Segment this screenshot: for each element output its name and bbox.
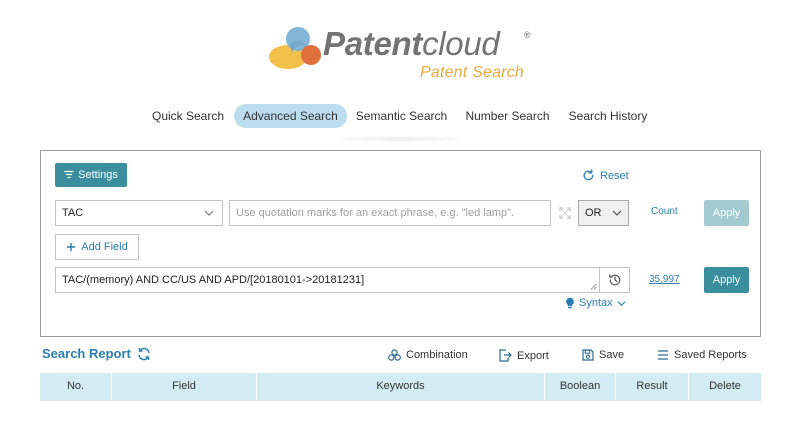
tab-advanced-search[interactable]: Advanced Search: [234, 104, 347, 128]
apply-field-button[interactable]: Apply: [704, 200, 749, 226]
save-icon: [582, 349, 594, 361]
column-header-boolean[interactable]: Boolean: [545, 373, 616, 400]
boolean-select[interactable]: OR: [578, 200, 629, 226]
save-button[interactable]: Save: [582, 349, 624, 361]
syntax-label: Syntax: [579, 297, 613, 309]
syntax-toggle[interactable]: Syntax: [565, 297, 626, 309]
logo-subtitle: Patent Search: [420, 64, 524, 81]
patentcloud-logo: Patentcloud ® Patent Search: [268, 24, 538, 84]
apply-query-button[interactable]: Apply: [704, 267, 749, 293]
search-report-header: Search Report: [42, 346, 151, 361]
refresh-icon[interactable]: [137, 347, 151, 361]
history-icon: [608, 274, 620, 286]
tab-number-search[interactable]: Number Search: [463, 104, 552, 128]
query-result-count[interactable]: 35,997: [649, 274, 680, 285]
chevron-down-icon: [612, 210, 622, 216]
logo-wordmark: Patentcloud: [323, 25, 500, 62]
saved-reports-label: Saved Reports: [674, 349, 747, 361]
field-select-value: TAC: [62, 207, 84, 219]
field-select[interactable]: TAC: [55, 200, 223, 226]
filter-icon: [64, 170, 74, 179]
export-icon: [499, 349, 512, 362]
tab-search-history[interactable]: Search History: [566, 104, 650, 128]
column-header-result[interactable]: Result: [616, 373, 689, 400]
bulb-icon: [566, 297, 574, 309]
advanced-search-panel: Settings Reset TAC Use quotation marks f…: [40, 150, 761, 337]
search-mode-tabs: Quick Search Advanced Search Semantic Se…: [0, 104, 800, 128]
combination-button[interactable]: Combination: [388, 349, 468, 361]
column-header-keywords[interactable]: Keywords: [257, 373, 545, 400]
saved-reports-button[interactable]: Saved Reports: [657, 349, 747, 361]
chevron-down-icon: [204, 210, 214, 216]
report-table-header: No. Field Keywords Boolean Result Delete: [40, 373, 761, 400]
export-label: Export: [517, 349, 549, 362]
save-label: Save: [599, 349, 625, 361]
column-header-field[interactable]: Field: [112, 373, 257, 400]
combination-label: Combination: [406, 349, 468, 361]
keyword-input[interactable]: Use quotation marks for an exact phrase,…: [229, 200, 551, 226]
add-field-label: Add Field: [81, 241, 128, 253]
table-divider: [40, 400, 761, 401]
settings-label: Settings: [78, 169, 118, 181]
query-history-button[interactable]: [600, 267, 630, 293]
tab-shadow: [340, 136, 460, 142]
search-report-title: Search Report: [42, 346, 131, 361]
reset-label: Reset: [600, 169, 629, 182]
logo-registered-mark: ®: [524, 30, 531, 40]
export-button[interactable]: Export: [498, 349, 549, 362]
query-text: TAC/(memory) AND CC/US AND APD/[20180101…: [62, 274, 365, 286]
column-header-no[interactable]: No.: [40, 373, 112, 400]
plus-icon: [67, 243, 76, 251]
list-icon: [658, 350, 668, 360]
add-field-button[interactable]: Add Field: [55, 234, 139, 260]
chevron-down-icon: [617, 300, 626, 306]
resize-grip-icon[interactable]: [590, 283, 597, 290]
tab-quick-search[interactable]: Quick Search: [150, 104, 226, 128]
tab-semantic-search[interactable]: Semantic Search: [354, 104, 449, 128]
settings-button[interactable]: Settings: [55, 163, 127, 187]
count-link[interactable]: Count: [651, 206, 678, 217]
reset-button[interactable]: Reset: [582, 169, 629, 182]
query-textarea[interactable]: TAC/(memory) AND CC/US AND APD/[20180101…: [55, 267, 600, 293]
column-header-delete[interactable]: Delete: [689, 373, 761, 400]
expand-icon[interactable]: [558, 206, 572, 220]
combination-icon: [388, 349, 401, 361]
reset-icon: [583, 169, 594, 181]
boolean-select-value: OR: [585, 207, 602, 219]
logo-cloud-icon: [269, 27, 321, 69]
